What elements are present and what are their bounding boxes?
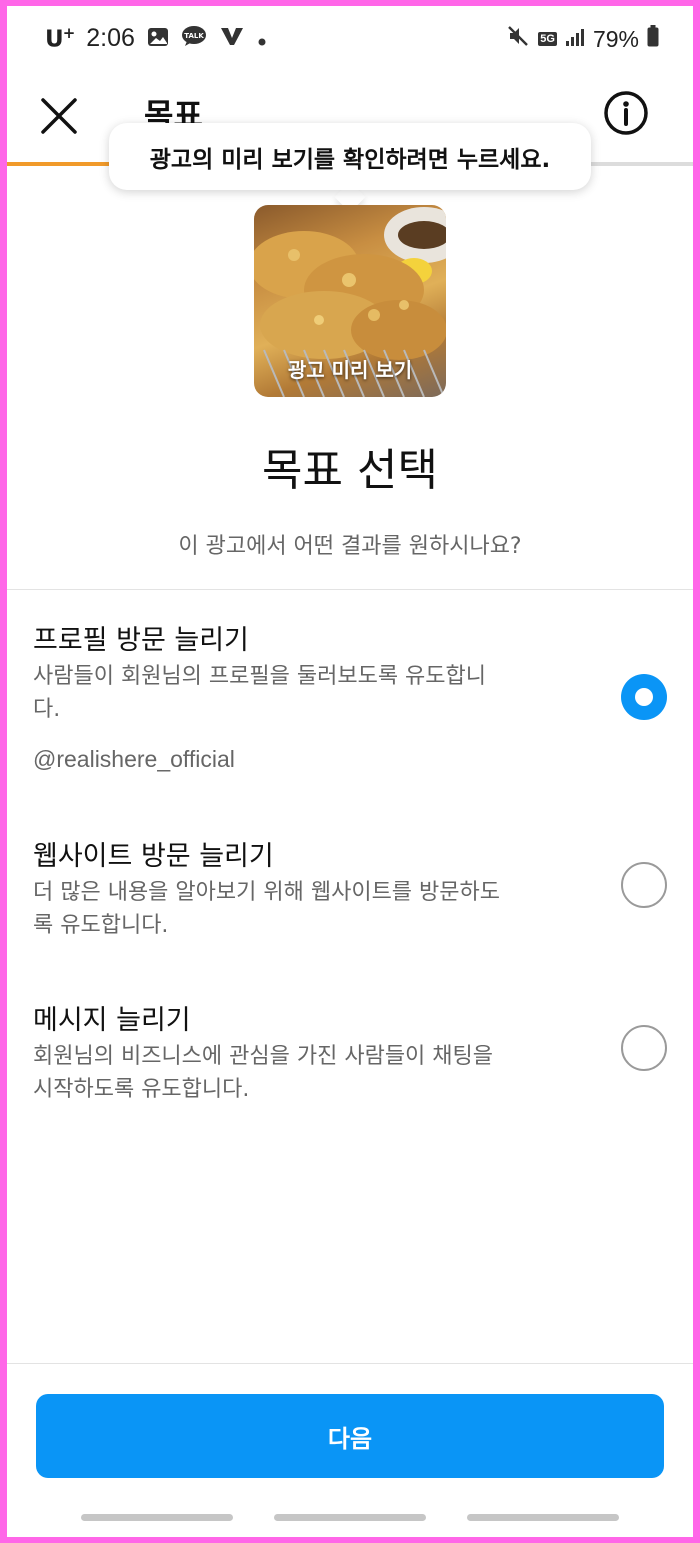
mute-icon: [506, 24, 530, 54]
network-type: 5G: [538, 32, 557, 46]
radio-profile-visits[interactable]: [621, 674, 667, 720]
option-description: 회원님의 비즈니스에 관심을 가진 사람들이 채팅을 시작하도록 유도합니다.: [33, 1044, 494, 1102]
option-title: 웹사이트 방문 늘리기: [33, 841, 274, 872]
divider: [7, 589, 693, 590]
footer-divider: [7, 1363, 693, 1364]
option-messages[interactable]: 메시지 늘리기 회원님의 비즈니스에 관심을 가진 사람들이 채팅을 시작하도록…: [7, 998, 693, 1118]
battery-percent: 79%: [592, 25, 639, 52]
talk-icon: TALK: [181, 25, 207, 53]
status-bar: U+ 2:06 TALK 5G 79%: [7, 6, 693, 68]
ad-preview-thumbnail[interactable]: 광고 미리 보기: [254, 205, 446, 397]
option-description: 더 많은 내용을 알아보기 위해 웹사이트를 방문하도록 유도합니다.: [33, 880, 501, 938]
preview-label: 광고 미리 보기: [287, 358, 413, 382]
radio-messages[interactable]: [621, 1025, 667, 1071]
option-title: 메시지 늘리기: [33, 1005, 191, 1036]
nav-back-button[interactable]: [467, 1514, 619, 1521]
info-button[interactable]: [603, 90, 649, 136]
section-subtitle: 이 광고에서 어떤 결과를 원하시나요?: [178, 534, 522, 559]
option-profile-visits[interactable]: 프로필 방문 늘리기 사람들이 회원님의 프로필을 둘러보도록 유도합니다. @…: [7, 618, 693, 798]
close-icon: [41, 98, 77, 134]
option-website-visits[interactable]: 웹사이트 방문 늘리기 더 많은 내용을 알아보기 위해 웹사이트를 방문하도록…: [7, 834, 693, 954]
carrier-label: U+: [45, 24, 75, 53]
system-navigation-bar: [7, 1514, 693, 1528]
svg-text:TALK: TALK: [184, 32, 204, 40]
radio-website-visits[interactable]: [621, 862, 667, 908]
notification-dot-icon: [257, 25, 267, 53]
status-right: 5G 79%: [506, 24, 659, 54]
account-handle: @realishere_official: [33, 746, 235, 772]
signal-icon: [565, 26, 585, 53]
section-title: 목표 선택: [262, 445, 438, 496]
status-left: U+ 2:06 TALK: [45, 24, 267, 53]
close-button[interactable]: [37, 94, 81, 138]
v-app-icon: [219, 25, 245, 53]
preview-tooltip[interactable]: 광고의 미리 보기를 확인하려면 누르세요.: [109, 123, 591, 190]
clock: 2:06: [86, 24, 135, 52]
gallery-icon: [147, 25, 169, 53]
option-title: 프로필 방문 늘리기: [33, 625, 249, 656]
battery-icon: [647, 25, 659, 53]
nav-recents-button[interactable]: [81, 1514, 233, 1521]
info-icon: [604, 91, 648, 135]
nav-home-button[interactable]: [274, 1514, 426, 1521]
next-button[interactable]: 다음: [36, 1394, 664, 1478]
progress-fill: [7, 162, 110, 166]
app-screen: U+ 2:06 TALK 5G 79% 목표 광고의 미리 보기를 확인하려면 …: [7, 6, 693, 1537]
option-description: 사람들이 회원님의 프로필을 둘러보도록 유도합니다.: [33, 664, 487, 722]
